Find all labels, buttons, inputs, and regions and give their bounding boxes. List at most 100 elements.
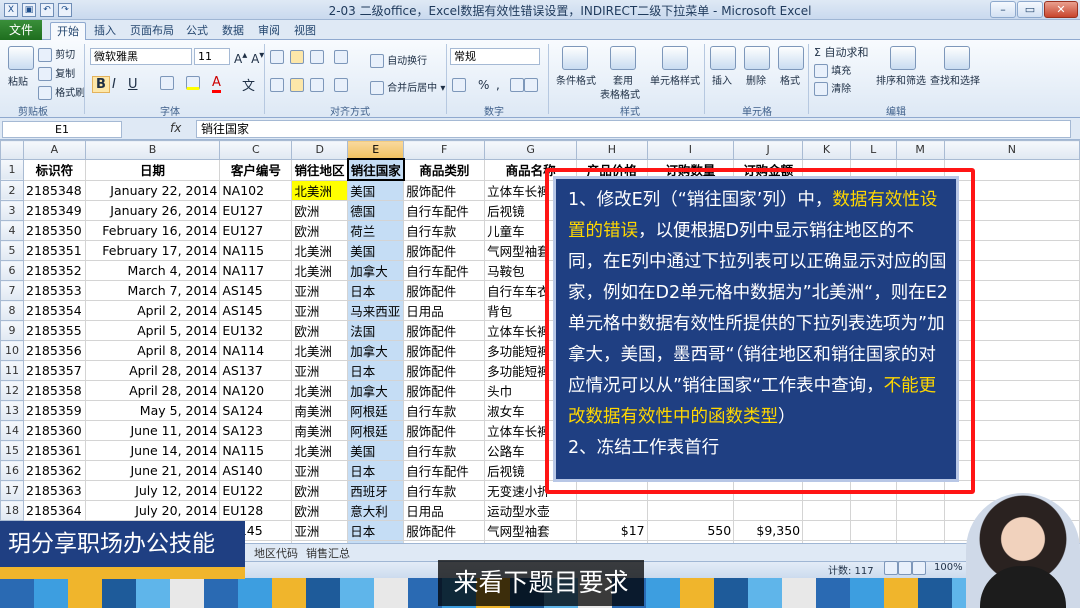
- cell[interactable]: 2185348: [23, 179, 86, 202]
- cell[interactable]: NA115: [219, 240, 293, 262]
- cell[interactable]: 自行车款: [403, 440, 486, 462]
- cell[interactable]: [895, 520, 945, 542]
- cell[interactable]: July 20, 2014: [84, 500, 221, 522]
- cell[interactable]: 2185362: [23, 460, 86, 482]
- phonetic-button[interactable]: 文: [242, 75, 255, 94]
- formula-input[interactable]: 销往国家: [196, 120, 1071, 138]
- header-cell[interactable]: 客户编号: [219, 158, 293, 181]
- cell[interactable]: 北美洲: [291, 240, 349, 262]
- font-name-combo[interactable]: 微软雅黑: [90, 48, 192, 65]
- column-header[interactable]: L: [849, 140, 897, 160]
- cell[interactable]: [576, 500, 648, 522]
- header-cell[interactable]: 日期: [84, 158, 221, 181]
- cell[interactable]: 日用品: [403, 500, 486, 522]
- cell[interactable]: NA102: [219, 179, 293, 202]
- column-header[interactable]: B: [84, 140, 221, 160]
- font-size-combo[interactable]: 11: [194, 48, 230, 65]
- cell[interactable]: $17: [576, 520, 648, 542]
- orientation-button[interactable]: [334, 50, 348, 64]
- column-header[interactable]: N: [943, 140, 1080, 160]
- cell[interactable]: 亚洲: [291, 360, 349, 382]
- copy-button[interactable]: 复制: [38, 65, 75, 81]
- column-header[interactable]: G: [484, 140, 578, 160]
- wrap-text-button[interactable]: 自动换行: [370, 52, 427, 68]
- cell[interactable]: 加拿大: [347, 340, 405, 362]
- sort-filter-icon[interactable]: [890, 46, 916, 70]
- row-header[interactable]: 15: [0, 440, 25, 462]
- cell[interactable]: EU127: [219, 220, 293, 242]
- cell[interactable]: AS140: [219, 460, 293, 482]
- column-header[interactable]: H: [576, 140, 648, 160]
- tab-data[interactable]: 数据: [216, 22, 250, 40]
- cell[interactable]: EU132: [219, 320, 293, 342]
- binoculars-icon[interactable]: [944, 46, 970, 70]
- grow-font-button[interactable]: A▴ A▾: [234, 50, 264, 66]
- cell[interactable]: 2185355: [23, 320, 86, 342]
- borders-button[interactable]: [160, 76, 174, 90]
- header-cell[interactable]: 商品类别: [403, 158, 486, 181]
- autosum-button[interactable]: Σ 自动求和: [814, 44, 868, 60]
- cell[interactable]: 西班牙: [347, 480, 405, 502]
- cell[interactable]: 2185351: [23, 240, 86, 262]
- cell[interactable]: 阿根廷: [347, 400, 405, 422]
- cell[interactable]: 加拿大: [347, 260, 405, 282]
- cell[interactable]: 服饰配件: [403, 280, 486, 302]
- cell[interactable]: January 22, 2014: [84, 179, 221, 202]
- cell[interactable]: July 12, 2014: [84, 480, 221, 502]
- header-cell[interactable]: 销往地区: [291, 158, 349, 181]
- cell[interactable]: June 14, 2014: [84, 440, 221, 462]
- cell[interactable]: April 2, 2014: [84, 300, 221, 322]
- fx-icon[interactable]: fx: [170, 121, 181, 135]
- tab-home[interactable]: 开始: [50, 22, 86, 40]
- format-table-button[interactable]: 套用: [613, 72, 633, 87]
- cell[interactable]: 2185361: [23, 440, 86, 462]
- column-header[interactable]: M: [895, 140, 945, 160]
- number-format-combo[interactable]: 常规: [450, 48, 540, 65]
- paste-icon[interactable]: [8, 46, 34, 70]
- cell[interactable]: March 4, 2014: [84, 260, 221, 282]
- cell[interactable]: 亚洲: [291, 300, 349, 322]
- format-table-icon[interactable]: [610, 46, 636, 70]
- close-button[interactable]: ✕: [1044, 1, 1078, 18]
- align-middle-button[interactable]: [290, 50, 304, 64]
- cell[interactable]: AS137: [219, 360, 293, 382]
- cell[interactable]: [802, 520, 851, 542]
- cell-styles-button[interactable]: 单元格样式: [650, 72, 700, 87]
- cell[interactable]: 2185364: [23, 500, 86, 522]
- delete-cells-icon[interactable]: [744, 46, 770, 70]
- row-header[interactable]: 16: [0, 460, 25, 482]
- cell[interactable]: 亚洲: [291, 460, 349, 482]
- cell[interactable]: AS145: [219, 300, 293, 322]
- insert-cells-icon[interactable]: [710, 46, 736, 70]
- cell[interactable]: 欧洲: [291, 500, 349, 522]
- sheet-tab-region-code[interactable]: 地区代码: [254, 545, 298, 561]
- cell[interactable]: 2185358: [23, 380, 86, 402]
- cell[interactable]: 北美洲: [291, 179, 349, 202]
- cell[interactable]: 2185352: [23, 260, 86, 282]
- comma-button[interactable]: ,: [496, 78, 500, 92]
- cell-styles-icon[interactable]: [662, 46, 688, 70]
- cell[interactable]: EU127: [219, 200, 293, 222]
- column-header[interactable]: A: [23, 140, 86, 160]
- cell[interactable]: 亚洲: [291, 520, 349, 542]
- sheet-tab-sales-summary[interactable]: 销售汇总: [306, 545, 350, 561]
- tab-view[interactable]: 视图: [288, 22, 322, 40]
- cell[interactable]: 北美洲: [291, 340, 349, 362]
- cell[interactable]: 欧洲: [291, 200, 349, 222]
- cell[interactable]: 2185354: [23, 300, 86, 322]
- bold-button[interactable]: B: [92, 76, 110, 93]
- font-color-button[interactable]: A: [212, 75, 221, 93]
- cell[interactable]: 欧洲: [291, 480, 349, 502]
- row-header[interactable]: 7: [0, 280, 25, 302]
- tab-page-layout[interactable]: 页面布局: [124, 22, 180, 40]
- cell[interactable]: April 5, 2014: [84, 320, 221, 342]
- cell[interactable]: 马来西亚: [347, 300, 405, 322]
- tab-file[interactable]: 文件: [0, 20, 42, 40]
- cell[interactable]: 2185356: [23, 340, 86, 362]
- cell[interactable]: EU128: [219, 500, 293, 522]
- sort-filter-button[interactable]: 排序和筛选: [876, 72, 926, 87]
- cell[interactable]: 日本: [347, 460, 405, 482]
- cell[interactable]: $9,350: [733, 520, 804, 542]
- column-header[interactable]: D: [291, 140, 349, 160]
- name-box[interactable]: E1: [2, 121, 122, 138]
